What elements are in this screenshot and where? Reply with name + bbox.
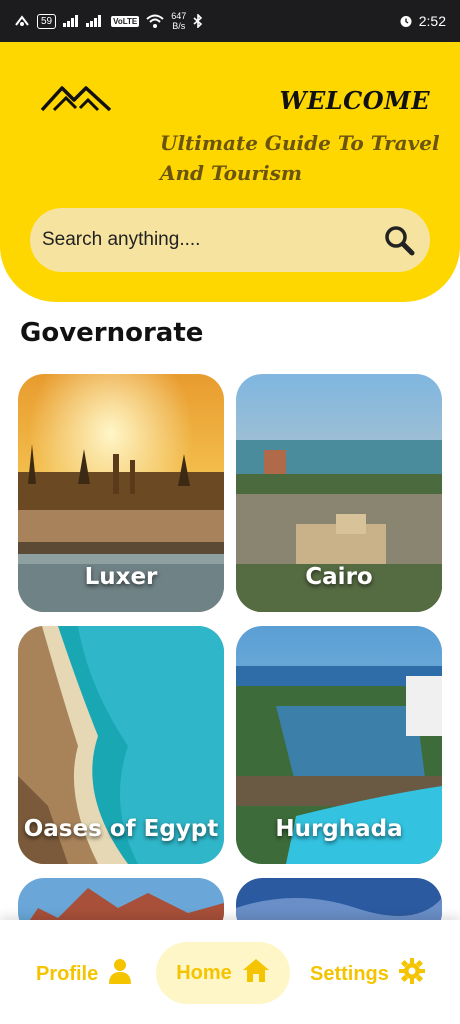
bottom-nav: Profile Home Settings: [0, 920, 460, 1024]
wifi-icon: [146, 14, 164, 28]
nav-home[interactable]: Home: [156, 942, 290, 1004]
card-luxer[interactable]: Luxer: [18, 374, 224, 612]
signal-icon: [63, 15, 79, 27]
card-label: Cairo: [305, 564, 373, 590]
card-hurghada[interactable]: Hurghada: [236, 626, 442, 864]
nav-profile[interactable]: Profile: [36, 958, 132, 990]
card-oases-of-egypt[interactable]: Oases of Egypt: [18, 626, 224, 864]
status-right: 2:52: [399, 13, 446, 29]
battery-indicator: 59: [37, 13, 57, 29]
bluetooth-icon: [193, 14, 203, 28]
search-input[interactable]: [42, 229, 382, 251]
card-label: Luxer: [84, 564, 158, 590]
search-bar[interactable]: [30, 208, 430, 272]
search-icon[interactable]: [382, 223, 416, 257]
section-title: Governorate: [20, 318, 204, 348]
nav-home-label: Home: [176, 961, 232, 984]
home-icon: [242, 957, 270, 989]
mountains-icon: [40, 82, 112, 117]
net-speed: 647 B/s: [171, 11, 186, 31]
welcome-title: WELCOME: [279, 86, 430, 115]
net-speed-value: 647: [171, 11, 187, 21]
net-speed-unit: B/s: [172, 21, 186, 31]
status-bar: 59 VoLTE 647 B/s 2:52: [0, 0, 460, 42]
alarm-icon: [399, 14, 413, 28]
nav-settings[interactable]: Settings: [310, 958, 425, 990]
header: WELCOME Ultimate Guide To Travel And Tou…: [0, 42, 460, 302]
card-cairo[interactable]: Cairo: [236, 374, 442, 612]
nav-settings-label: Settings: [310, 962, 389, 985]
gear-icon: [398, 958, 425, 990]
clock: 2:52: [418, 13, 446, 29]
app-subtitle: Ultimate Guide To Travel And Tourism: [160, 131, 440, 185]
nav-profile-label: Profile: [36, 962, 99, 985]
data-saver-icon: [14, 15, 30, 27]
status-left: 59 VoLTE 647 B/s: [14, 11, 203, 31]
volte-badge: VoLTE: [111, 15, 140, 27]
card-label: Oases of Egypt: [23, 816, 219, 842]
card-label: Hurghada: [275, 816, 403, 842]
user-icon: [108, 958, 132, 990]
signal-2-icon: [86, 15, 104, 27]
